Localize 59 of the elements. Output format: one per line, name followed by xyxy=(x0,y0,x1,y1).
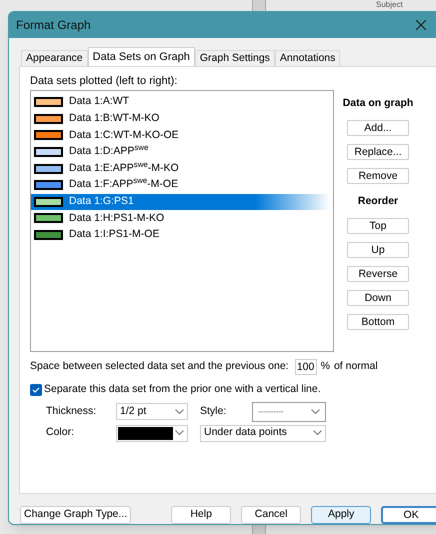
chevron-down-icon xyxy=(311,408,320,415)
side-button[interactable]: Remove xyxy=(347,168,409,184)
data-set-row[interactable]: Data 1:G:PS1 xyxy=(31,194,330,210)
dialog-button[interactable]: OK xyxy=(381,506,436,524)
data-set-row[interactable]: Data 1:E:APP$^{swe}$-M-KO xyxy=(31,160,330,177)
spacing-suffix: of normal xyxy=(334,359,378,374)
thickness-label: Thickness: xyxy=(46,404,98,419)
side-button[interactable]: Reverse xyxy=(347,266,409,282)
style-dropdown[interactable]: ··············· xyxy=(252,402,326,422)
background-text: Subject xyxy=(376,0,403,10)
group-heading: Data on graph xyxy=(342,96,414,111)
data-set-label: Data 1:F:APP$^{swe}$-M-OE xyxy=(69,177,178,192)
side-button[interactable]: Add... xyxy=(347,120,409,136)
separate-label: Separate this data set from the prior one with a vertical line. xyxy=(44,382,321,397)
checkmark-icon xyxy=(32,386,40,393)
thickness-dropdown[interactable]: 1/2 pt xyxy=(116,403,188,420)
data-set-row[interactable]: Data 1:C:WT-M-KO-OE xyxy=(31,127,330,144)
tab[interactable]: Data Sets on Graph xyxy=(88,47,195,66)
side-button[interactable]: Replace... xyxy=(347,144,409,160)
side-button[interactable]: Top xyxy=(347,218,409,234)
separate-checkbox[interactable] xyxy=(30,384,42,396)
close-icon[interactable] xyxy=(416,20,426,30)
side-button[interactable]: Up xyxy=(347,242,409,258)
side-button[interactable]: Bottom xyxy=(347,314,409,330)
data-set-label: Data 1:A:WT xyxy=(69,94,130,110)
chevron-down-icon xyxy=(175,430,184,436)
style-label: Style: xyxy=(200,404,228,419)
change-graph-type-button[interactable]: Change Graph Type... xyxy=(20,506,132,524)
data-set-label: Data 1:G:PS1 xyxy=(69,194,134,209)
color-label: Color: xyxy=(46,425,76,440)
color-dropdown[interactable] xyxy=(116,424,188,442)
data-set-row[interactable]: Data 1:H:PS1-M-KO xyxy=(31,210,330,227)
dialog-button[interactable]: Help xyxy=(171,506,232,524)
chevron-down-icon xyxy=(313,430,322,436)
data-set-row[interactable]: Data 1:F:APP$^{swe}$-M-OE xyxy=(31,176,330,194)
side-button[interactable]: Down xyxy=(347,290,409,306)
data-set-label: Data 1:D:APP$^{swe}$ xyxy=(69,144,148,160)
data-set-row[interactable]: Data 1:D:APP$^{swe}$ xyxy=(31,144,330,160)
data-set-row[interactable]: Data 1:A:WT xyxy=(31,94,330,111)
spacing-field[interactable]: 100 xyxy=(294,359,317,375)
position-dropdown[interactable]: Under data points xyxy=(200,424,326,442)
data-set-label: Data 1:B:WT-M-KO xyxy=(69,111,160,126)
spacing-label: Space between selected data set and the previous one: xyxy=(30,359,289,374)
tab[interactable]: Appearance xyxy=(21,50,88,66)
group-heading: Reorder xyxy=(358,194,398,209)
data-set-row[interactable]: Data 1:I:PS1-M-OE xyxy=(31,226,330,244)
chevron-down-icon xyxy=(175,408,184,415)
data-set-label: Data 1:I:PS1-M-OE xyxy=(69,227,160,242)
dialog-button[interactable]: Apply xyxy=(311,506,372,524)
data-set-label: Data 1:E:APP$^{swe}$-M-KO xyxy=(69,160,179,176)
tab[interactable]: Graph Settings xyxy=(194,50,275,66)
list-label: Data sets plotted (left to right): xyxy=(30,75,178,88)
tab[interactable]: Annotations xyxy=(274,50,340,66)
percent-unit: % xyxy=(320,359,330,374)
window-title: Format Graph xyxy=(16,17,91,34)
data-set-row[interactable]: Data 1:B:WT-M-KO xyxy=(31,110,330,128)
data-set-label: Data 1:C:WT-M-KO-OE xyxy=(69,128,179,143)
dialog-button[interactable]: Cancel xyxy=(241,506,302,524)
data-set-label: Data 1:H:PS1-M-KO xyxy=(69,210,164,226)
